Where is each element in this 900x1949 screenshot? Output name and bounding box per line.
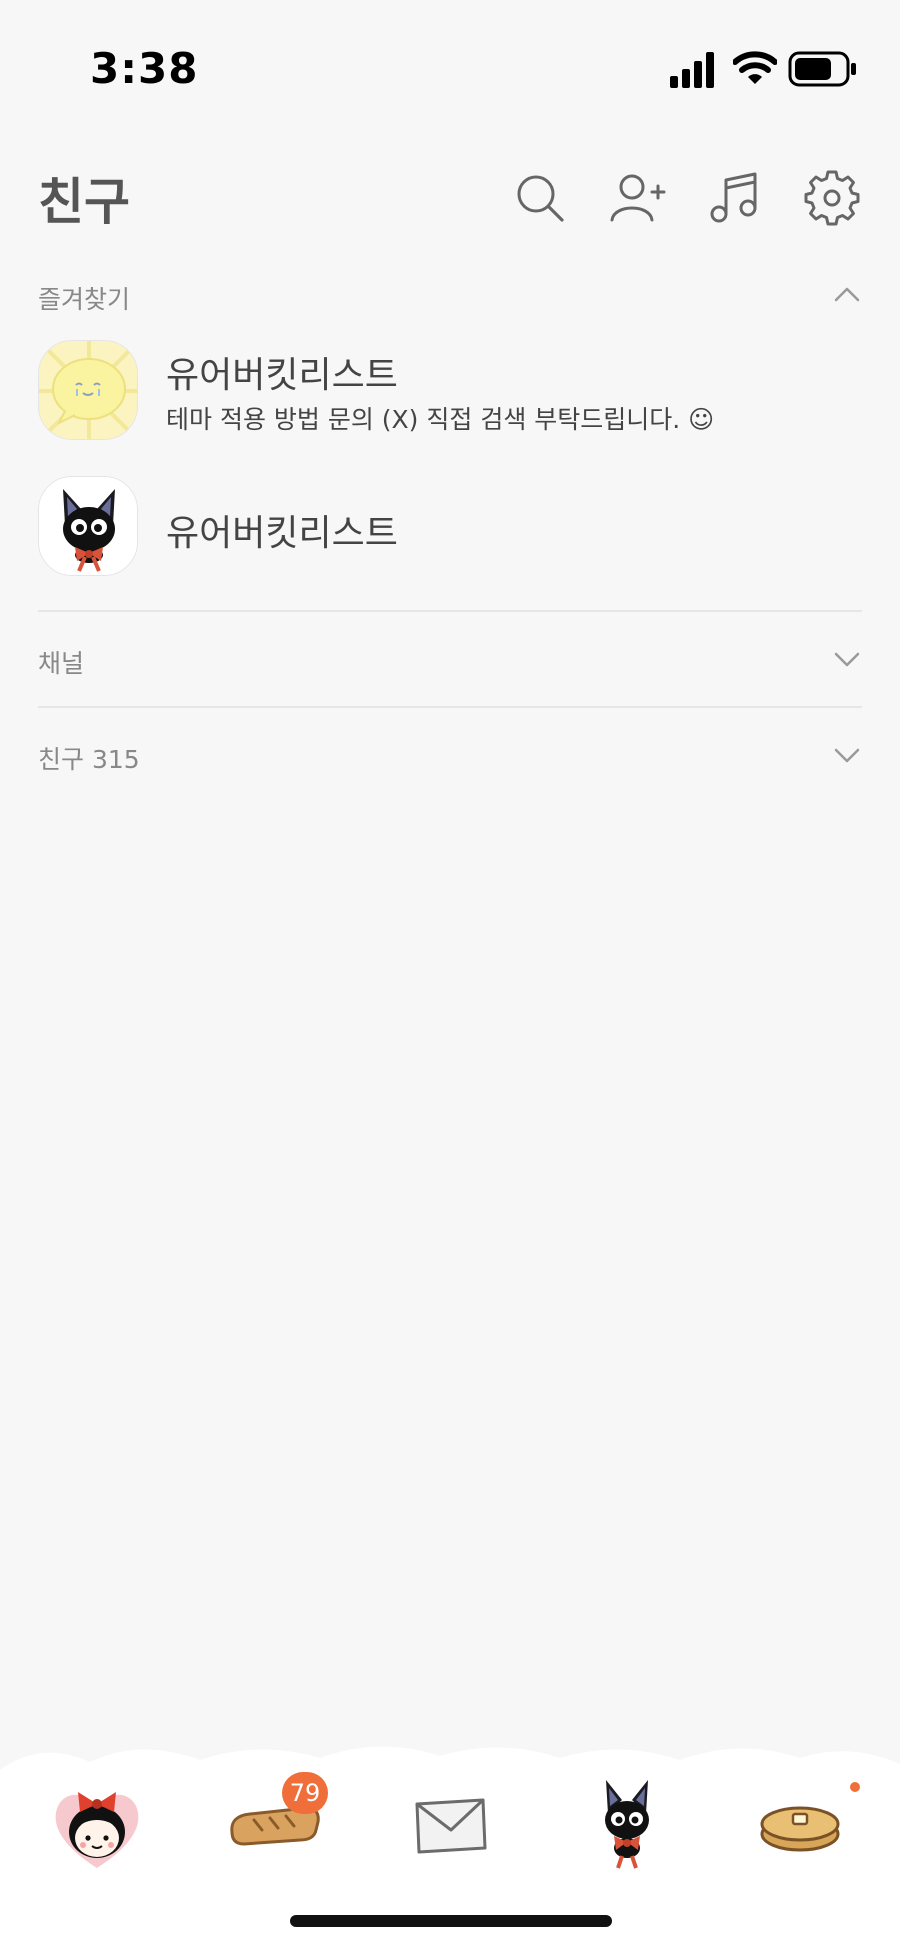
friend-name: 유어버킷리스트 [166, 355, 398, 396]
avatar [38, 340, 138, 440]
tab-more[interactable] [745, 1768, 855, 1878]
chevron-down-icon [834, 748, 860, 763]
header: 친구 [0, 150, 900, 240]
settings-button[interactable] [804, 170, 860, 226]
friends-section-header[interactable]: 친구 315 [38, 726, 862, 786]
home-indicator [290, 1915, 612, 1927]
add-friend-button[interactable] [610, 170, 666, 226]
chevron-up-icon [834, 287, 860, 302]
friend-name: 유어버킷리스트 [166, 513, 398, 554]
divider [38, 610, 862, 612]
gear-icon [804, 170, 860, 226]
divider [38, 706, 862, 708]
notification-dot [850, 1782, 860, 1792]
pancake-icon [760, 1806, 840, 1852]
channel-section-header[interactable]: 채널 [38, 630, 862, 690]
search-icon [517, 175, 564, 222]
girl-with-bow-icon [55, 1792, 139, 1868]
black-cat-icon [605, 1780, 649, 1869]
friends-count-label: 친구 315 [38, 745, 140, 774]
chevron-down-icon [834, 652, 860, 667]
signal-icon [670, 52, 714, 88]
search-button[interactable] [512, 170, 568, 226]
status-bar: 3:38 [0, 0, 900, 140]
envelope-icon [415, 1798, 487, 1854]
friend-row[interactable]: 유어버킷리스트 [38, 476, 862, 586]
music-button[interactable] [706, 170, 762, 226]
wifi-icon [733, 51, 777, 84]
channel-label: 채널 [38, 649, 85, 678]
favorites-label: 즐겨찾기 [38, 285, 131, 314]
avatar [38, 476, 138, 576]
unread-badge: 79 [282, 1772, 328, 1814]
tab-view[interactable] [572, 1768, 682, 1878]
music-note-icon [710, 172, 757, 223]
friend-status-message: 테마 적용 방법 문의 (X) 직접 검색 부탁드립니다. ☺︎ [166, 405, 715, 434]
tab-mail[interactable] [395, 1768, 505, 1878]
battery-icon [788, 51, 856, 87]
favorites-section-header[interactable]: 즐겨찾기 [38, 266, 862, 326]
add-friend-icon [610, 174, 666, 222]
tab-friends[interactable] [42, 1768, 152, 1878]
black-cat-avatar [39, 477, 137, 575]
cloud-character-avatar [39, 341, 137, 439]
page-title: 친구 [38, 173, 130, 231]
status-time: 3:38 [90, 44, 199, 93]
friend-row[interactable]: 유어버킷리스트 테마 적용 방법 문의 (X) 직접 검색 부탁드립니다. ☺︎ [38, 340, 862, 450]
